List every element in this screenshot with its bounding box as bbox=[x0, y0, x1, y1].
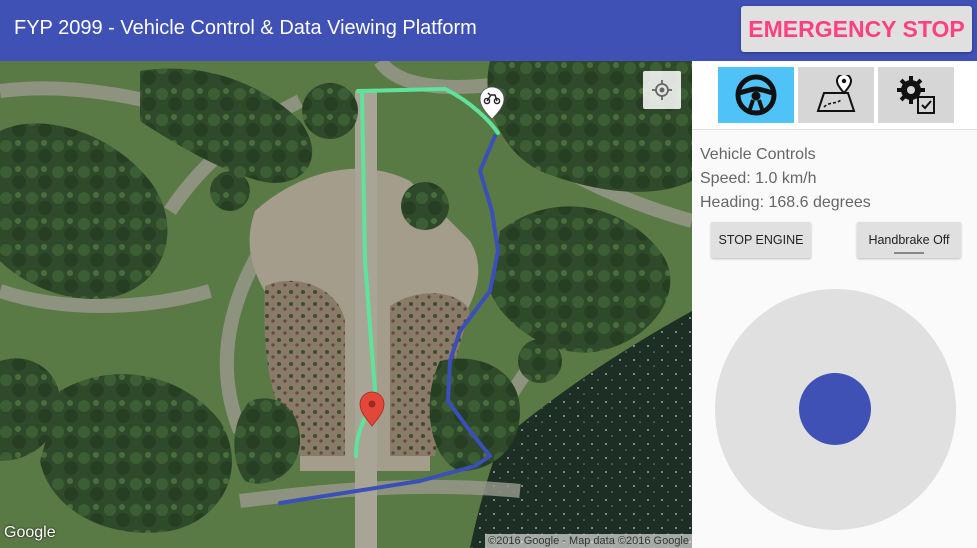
tab-map-route[interactable] bbox=[798, 67, 874, 123]
handbrake-toggle[interactable]: Handbrake Off bbox=[857, 222, 961, 258]
control-panel: Vehicle Controls Speed: 1.0 km/h Heading… bbox=[692, 61, 977, 548]
heading-readout: Heading: 168.6 degrees bbox=[700, 194, 871, 211]
google-logo: Google bbox=[4, 524, 56, 541]
map-route-icon bbox=[816, 75, 856, 112]
my-location-button[interactable] bbox=[643, 71, 681, 109]
satellite-map bbox=[0, 61, 692, 548]
section-title: Vehicle Controls bbox=[700, 146, 816, 163]
handbrake-label: Handbrake Off bbox=[868, 233, 950, 247]
tree bbox=[518, 339, 562, 383]
central-walkway bbox=[355, 91, 377, 548]
emergency-stop-button[interactable]: EMERGENCY STOP bbox=[741, 6, 972, 52]
tab-vehicle-controls[interactable] bbox=[718, 67, 794, 123]
tree bbox=[302, 83, 358, 139]
tab-settings[interactable] bbox=[878, 67, 954, 123]
speed-readout: Speed: 1.0 km/h bbox=[700, 170, 817, 187]
stop-engine-button[interactable]: STOP ENGINE bbox=[711, 222, 811, 258]
tree bbox=[210, 171, 250, 211]
map-attribution[interactable]: ©2016 Google - Map data ©2016 Google bbox=[485, 534, 692, 548]
steering-wheel-icon bbox=[735, 74, 777, 116]
tree bbox=[401, 182, 449, 230]
crosshair-icon bbox=[652, 80, 672, 100]
toggle-indicator bbox=[894, 252, 924, 254]
map-view[interactable]: Google ©2016 Google - Map data ©2016 Goo… bbox=[0, 61, 692, 548]
tab-bar bbox=[692, 61, 977, 130]
settings-gears-icon bbox=[897, 76, 935, 114]
joystick-pad[interactable] bbox=[715, 289, 956, 530]
vehicle-info: Vehicle Controls Speed: 1.0 km/h Heading… bbox=[700, 143, 871, 215]
app-title: FYP 2099 - Vehicle Control & Data Viewin… bbox=[14, 17, 477, 39]
app-bar: FYP 2099 - Vehicle Control & Data Viewin… bbox=[0, 0, 977, 61]
joystick-knob[interactable] bbox=[799, 373, 871, 445]
